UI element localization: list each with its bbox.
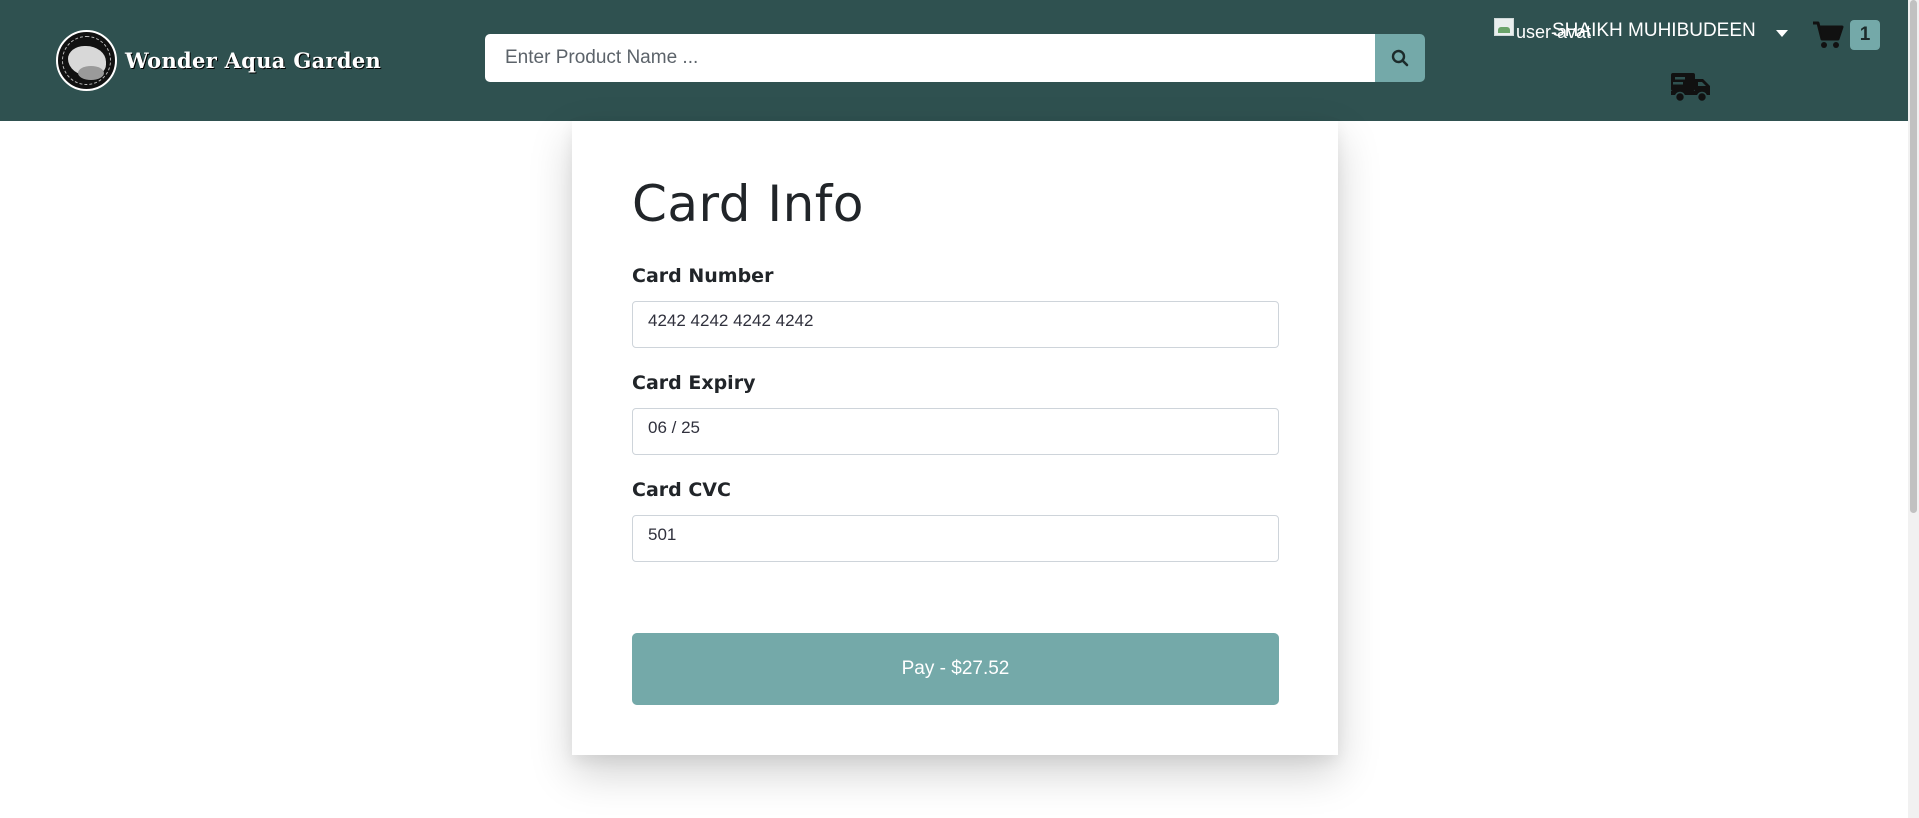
card-cvc-label: Card CVC bbox=[632, 479, 731, 501]
search-icon bbox=[1391, 49, 1409, 67]
card-number-field[interactable]: 4242 4242 4242 4242 bbox=[632, 301, 1279, 348]
card-cvc-field[interactable]: 501 bbox=[632, 515, 1279, 562]
card-number-label: Card Number bbox=[632, 265, 774, 287]
logo-icon bbox=[56, 30, 117, 91]
top-navbar: Wonder Aqua Garden user-avat SHAIKH MUHI… bbox=[0, 0, 1908, 121]
scrollbar-thumb[interactable] bbox=[1910, 0, 1917, 513]
card-info-panel: Card Info Card Number 4242 4242 4242 424… bbox=[572, 121, 1338, 755]
caret-down-icon bbox=[1776, 30, 1788, 37]
orders-link[interactable] bbox=[1670, 70, 1712, 107]
pay-button[interactable]: Pay - $27.52 bbox=[632, 633, 1279, 705]
search-input[interactable] bbox=[485, 34, 1375, 82]
avatar: user-avat bbox=[1494, 18, 1591, 48]
broken-image-icon bbox=[1494, 18, 1514, 36]
cart-count-badge: 1 bbox=[1850, 20, 1880, 50]
card-expiry-field[interactable]: 06 / 25 bbox=[632, 408, 1279, 455]
brand-name: Wonder Aqua Garden bbox=[125, 48, 382, 73]
page-title: Card Info bbox=[632, 175, 864, 233]
user-menu-toggle[interactable]: user-avat SHAIKH MUHIBUDEEN bbox=[1494, 18, 1788, 48]
search-button[interactable] bbox=[1375, 34, 1425, 82]
truck-icon bbox=[1671, 73, 1710, 103]
page-scrollbar[interactable] bbox=[1908, 0, 1919, 818]
search-bar bbox=[485, 34, 1425, 82]
card-expiry-label: Card Expiry bbox=[632, 372, 756, 394]
brand-link[interactable]: Wonder Aqua Garden bbox=[56, 30, 381, 91]
user-name: SHAIKH MUHIBUDEEN bbox=[1552, 20, 1756, 41]
cart-icon bbox=[1813, 21, 1844, 48]
cart-link[interactable]: 1 bbox=[1812, 20, 1880, 50]
